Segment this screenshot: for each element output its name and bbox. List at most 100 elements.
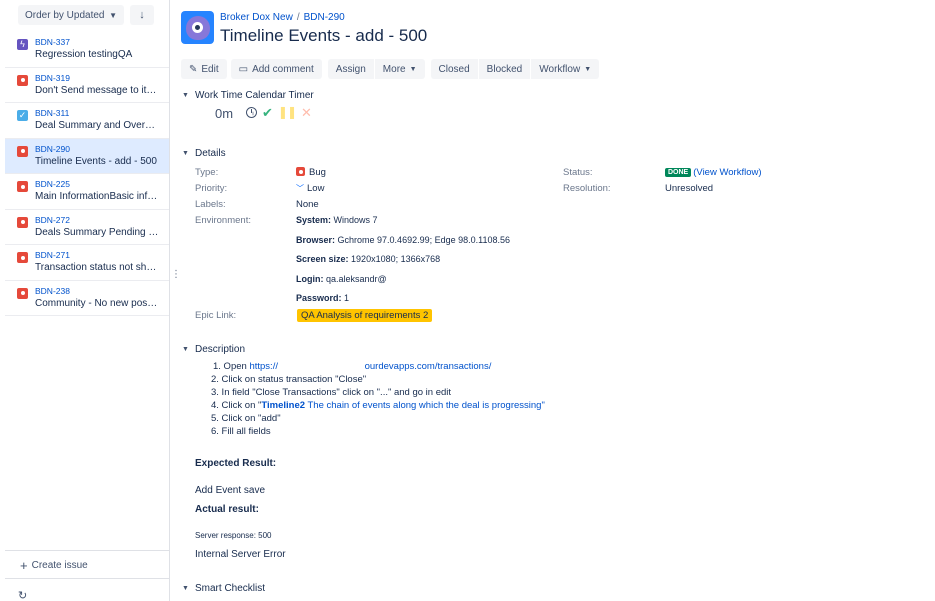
issue-summary: Deal Summary and Overvie...: [35, 120, 159, 131]
resolution-value: Unresolved: [665, 183, 714, 194]
labels-value: None: [296, 199, 319, 210]
timer-section-toggle[interactable]: ▼ Work Time Calendar Timer: [182, 90, 314, 101]
add-comment-label: Add comment: [252, 63, 314, 75]
chevron-down-icon: ▼: [109, 10, 117, 20]
labels-label: Labels:: [195, 199, 226, 210]
close-icon[interactable]: ✕: [301, 106, 312, 119]
plus-icon: +: [20, 557, 28, 573]
env-browser-label: Browser:: [296, 235, 336, 245]
list-item[interactable]: BDN-311 Deal Summary and Overvie...: [5, 103, 169, 139]
create-issue-button[interactable]: + Create issue: [20, 557, 88, 573]
env-password: Password: 1: [296, 293, 349, 303]
refresh-icon[interactable]: ↻: [18, 589, 27, 601]
chevron-down-icon: ▼: [182, 92, 189, 99]
env-login-label: Login:: [296, 274, 324, 284]
closed-label: Closed: [438, 63, 470, 75]
issue-detail: Broker Dox New / BDN-290 Timeline Events…: [170, 0, 935, 601]
blocked-label: Blocked: [486, 63, 523, 75]
workflow-button[interactable]: Workflow ▼: [531, 59, 600, 79]
list-item[interactable]: BDN-238 Community - No new posts ...: [5, 281, 169, 316]
description-section-toggle[interactable]: ▼ Description: [182, 344, 245, 355]
issue-summary: Deals Summary Pending 0 -...: [35, 226, 159, 238]
list-item[interactable]: BDN-272 Deals Summary Pending 0 -...: [5, 210, 169, 245]
issue-sidebar: Order by Updated ▼ ↓ BDN-337 Regression …: [0, 0, 170, 601]
step4-rest: The chain of events along which the deal…: [305, 400, 545, 411]
environment-label: Environment:: [195, 215, 251, 226]
arrow-down-icon: ↓: [139, 9, 145, 21]
issue-key: BDN-319: [35, 72, 70, 83]
status-value: DONE (View Workflow): [665, 167, 762, 178]
issue-key: BDN-290: [35, 143, 70, 154]
timer-controls: ✔ ❚❚ ✕: [246, 106, 312, 119]
step4-bold: Timeline2: [261, 400, 306, 411]
priority-low-icon: ﹀: [296, 184, 304, 193]
issue-key: BDN-337: [35, 37, 70, 47]
desc-step-1: 1. Open https:// ourdevapps.com/transact…: [213, 361, 491, 372]
env-login-value: qa.aleksandr@: [326, 274, 387, 284]
env-system: System: Windows 7: [296, 215, 378, 225]
bug-icon: [17, 252, 28, 263]
issue-toolbar: ✎ Edit ▭ Add comment Assign More ▼ Closed…: [181, 59, 600, 79]
bug-icon: [17, 74, 28, 86]
pause-icon[interactable]: ❚❚: [278, 106, 297, 118]
list-item[interactable]: BDN-225 Main InformationBasic infor...: [5, 174, 169, 210]
order-by-dropdown[interactable]: Order by Updated ▼: [18, 5, 124, 25]
timer-section-title: Work Time Calendar Timer: [195, 90, 314, 101]
breadcrumb-separator: /: [296, 12, 300, 23]
edit-button[interactable]: ✎ Edit: [181, 59, 227, 79]
check-icon[interactable]: ✔: [262, 106, 273, 119]
add-comment-button[interactable]: ▭ Add comment: [230, 59, 322, 79]
step1-prefix: 1. Open: [213, 361, 247, 372]
story-icon: [17, 39, 28, 50]
chevron-down-icon: ▼: [182, 150, 189, 157]
issue-summary: Community - No new posts ...: [35, 297, 159, 309]
step1-link-b[interactable]: ourdevapps.com/transactions/: [365, 361, 492, 372]
issue-summary: Don't Send message to itself: [35, 84, 159, 96]
bug-icon: [17, 287, 28, 299]
divider: [5, 578, 169, 579]
blocked-button[interactable]: Blocked: [478, 59, 531, 79]
expected-result-value: Add Event save: [195, 485, 266, 496]
assign-button[interactable]: Assign: [327, 59, 374, 79]
expected-result-label: Expected Result:: [195, 458, 277, 469]
list-item[interactable]: BDN-319 Don't Send message to itself: [5, 68, 169, 103]
env-system-label: System:: [296, 215, 332, 225]
epic-link-label: Epic Link:: [195, 310, 237, 321]
order-by-label: Order by Updated: [25, 9, 105, 21]
view-workflow-link[interactable]: (View Workflow): [693, 167, 761, 178]
issue-key: BDN-238: [35, 285, 70, 296]
sort-direction-button[interactable]: ↓: [130, 5, 154, 25]
epic-link-lozenge[interactable]: QA Analysis of requirements 2: [297, 309, 433, 322]
type-label: Type:: [195, 167, 219, 178]
edit-label: Edit: [201, 63, 219, 75]
issue-key: BDN-271: [35, 250, 70, 260]
list-item-selected[interactable]: BDN-290 Timeline Events - add - 500: [5, 138, 169, 174]
issue-summary: Main InformationBasic infor...: [35, 191, 159, 202]
clock-icon[interactable]: [246, 107, 257, 118]
smart-checklist-toggle[interactable]: ▼ Smart Checklist: [182, 583, 265, 594]
env-screen: Screen size: 1920x1080; 1366x768: [296, 254, 440, 264]
env-password-value: 1: [344, 293, 350, 303]
list-item[interactable]: BDN-271 Transaction status not show...: [5, 245, 169, 281]
assign-label: Assign: [335, 63, 366, 75]
step4-prefix: 4. Click on ": [211, 400, 262, 411]
details-section-toggle[interactable]: ▼ Details: [182, 148, 226, 159]
page-title: Timeline Events - add - 500: [220, 26, 428, 45]
issue-summary: Timeline Events - add - 500: [35, 155, 157, 167]
error-text: Internal Server Error: [195, 549, 286, 560]
env-login: Login: qa.aleksandr@: [296, 274, 387, 284]
status-badge: DONE: [665, 168, 692, 177]
list-item[interactable]: BDN-337 Regression testingQA: [5, 32, 169, 68]
closed-button[interactable]: Closed: [430, 59, 478, 79]
env-screen-label: Screen size:: [296, 254, 349, 264]
comment-icon: ▭: [238, 63, 249, 75]
step1-link-a[interactable]: https://: [249, 361, 278, 372]
breadcrumb-issue-link[interactable]: BDN-290: [304, 12, 345, 23]
breadcrumb: Broker Dox New / BDN-290: [220, 12, 345, 23]
chevron-down-icon: ▼: [584, 65, 592, 73]
issue-summary: Regression testingQA: [35, 49, 133, 60]
env-screen-value: 1920x1080; 1366x768: [351, 254, 441, 264]
more-button[interactable]: More ▼: [374, 59, 425, 79]
breadcrumb-project-link[interactable]: Broker Dox New: [220, 12, 293, 23]
project-avatar[interactable]: [181, 11, 214, 44]
